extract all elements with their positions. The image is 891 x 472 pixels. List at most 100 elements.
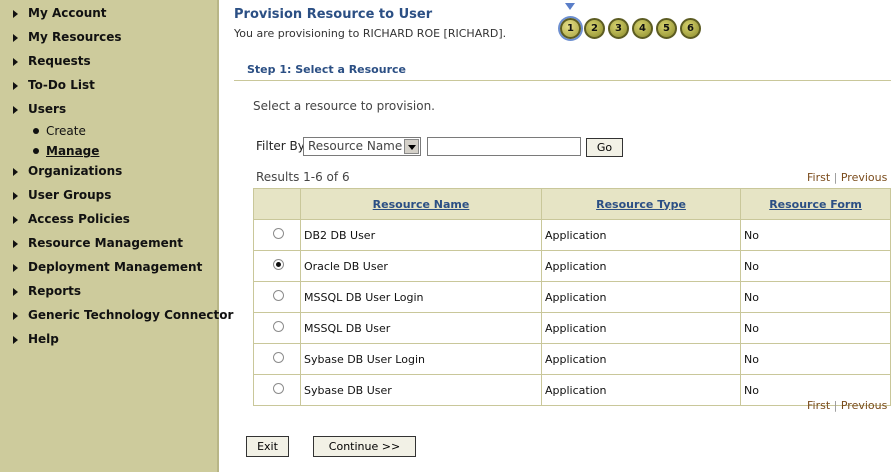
select-cell [253,281,301,313]
select-column-header [253,188,301,220]
resource-radio[interactable] [273,352,284,363]
resource-radio[interactable] [273,290,284,301]
table-row: DB2 DB User Application No [253,219,891,251]
resource-type-cell: Application [541,219,741,251]
expand-arrow-icon [13,58,18,66]
step-6: 6 [680,18,701,39]
resource-form-cell: No [740,343,891,375]
sidebar-item-label: Organizations [28,164,123,178]
pager-top: First | Previous | N [807,171,891,184]
expand-arrow-icon [13,168,18,176]
pager-separator: | [887,171,891,184]
sidebar-item-label: Users [28,102,67,116]
step-1: 1 [560,18,581,39]
pager-first-link[interactable]: First [807,399,830,412]
step-2: 2 [584,18,605,39]
continue-button[interactable]: Continue >> [313,436,416,457]
resource-type-cell: Application [541,343,741,375]
table-row: Sybase DB User Application No [253,374,891,406]
expand-arrow-icon [13,288,18,296]
sidebar-item-label: Resource Management [28,236,183,250]
go-button[interactable]: Go [586,138,623,157]
resource-type-cell: Application [541,312,741,344]
pager-previous-link[interactable]: Previous [841,171,888,184]
table-row: MSSQL DB User Login Application No [253,281,891,313]
sidebar-item-label: Deployment Management [28,260,203,274]
table-row: MSSQL DB User Application No [253,312,891,344]
instruction-text: Select a resource to provision. [253,99,435,113]
table-row: Oracle DB User Application No [253,250,891,282]
resource-name-cell: Sybase DB User [300,374,542,406]
filter-selected-value: Resource Name [308,139,403,153]
select-cell [253,312,301,344]
results-count: Results 1-6 of 6 [256,170,350,184]
expand-arrow-icon [13,240,18,248]
pager-separator: | [830,399,841,412]
pager-first-link[interactable]: First [807,171,830,184]
resource-type-cell: Application [541,250,741,282]
select-cell [253,374,301,406]
sidebar-item-label: Help [28,332,59,346]
resource-name-cell: Sybase DB User Login [300,343,542,375]
resource-name-cell: Oracle DB User [300,250,542,282]
page-subtitle: You are provisioning to RICHARD ROE [RIC… [234,27,507,40]
expand-arrow-icon [13,82,18,90]
pager-separator: | [830,171,841,184]
sidebar-subitem-label: Manage [46,144,100,158]
select-cell [253,219,301,251]
expand-arrow-icon [13,106,18,114]
section-title: Step 1: Select a Resource [247,63,406,76]
resource-form-cell: No [740,219,891,251]
current-step-marker-icon [565,3,575,10]
bullet-icon [33,148,39,154]
table-row: Sybase DB User Login Application No [253,343,891,375]
step-4: 4 [632,18,653,39]
expand-arrow-icon [13,216,18,224]
step-3: 3 [608,18,629,39]
resource-name-cell: MSSQL DB User Login [300,281,542,313]
sidebar-item-label: My Resources [28,30,122,44]
expand-arrow-icon [13,10,18,18]
sidebar-item-label: Access Policies [28,212,130,226]
table-header-row: Resource Name Resource Type Resource For… [253,188,891,220]
resource-radio[interactable] [273,259,284,270]
page-title: Provision Resource to User [234,7,433,22]
expand-arrow-icon [13,336,18,344]
resource-name-cell: MSSQL DB User [300,312,542,344]
resource-radio[interactable] [273,321,284,332]
resource-form-cell: No [740,250,891,282]
sidebar-item-label: Generic Technology Connector [28,308,234,322]
column-header-resource-type[interactable]: Resource Type [541,188,741,220]
filter-text-input[interactable] [427,137,581,156]
sidebar-subitem-label: Create [46,124,86,138]
step-5: 5 [656,18,677,39]
resource-radio[interactable] [273,383,284,394]
select-cell [253,343,301,375]
resource-type-cell: Application [541,374,741,406]
pager-bottom: First | Previous | N [807,399,891,412]
resource-name-cell: DB2 DB User [300,219,542,251]
resource-type-cell: Application [541,281,741,313]
pager-previous-link[interactable]: Previous [841,399,888,412]
sidebar-item-label: Requests [28,54,91,68]
sidebar-item-label: My Account [28,6,107,20]
resource-form-cell: No [740,281,891,313]
filter-label: Filter By [256,139,305,153]
sidebar-item-label: Reports [28,284,82,298]
sidebar-item-label: To-Do List [28,78,95,92]
select-cell [253,250,301,282]
column-header-resource-name[interactable]: Resource Name [300,188,542,220]
exit-button[interactable]: Exit [246,436,289,457]
chevron-down-icon[interactable] [404,139,419,154]
expand-arrow-icon [13,312,18,320]
resource-form-cell: No [740,312,891,344]
resources-table: Resource Name Resource Type Resource For… [253,188,891,406]
expand-arrow-icon [13,192,18,200]
column-header-resource-form[interactable]: Resource Form [740,188,891,220]
sidebar-item-label: User Groups [28,188,112,202]
bullet-icon [33,128,39,134]
filter-by-select[interactable]: Resource Name [303,137,421,156]
expand-arrow-icon [13,34,18,42]
sidebar-nav: My Account My Resources Requests To-Do L… [0,0,233,472]
resource-radio[interactable] [273,228,284,239]
